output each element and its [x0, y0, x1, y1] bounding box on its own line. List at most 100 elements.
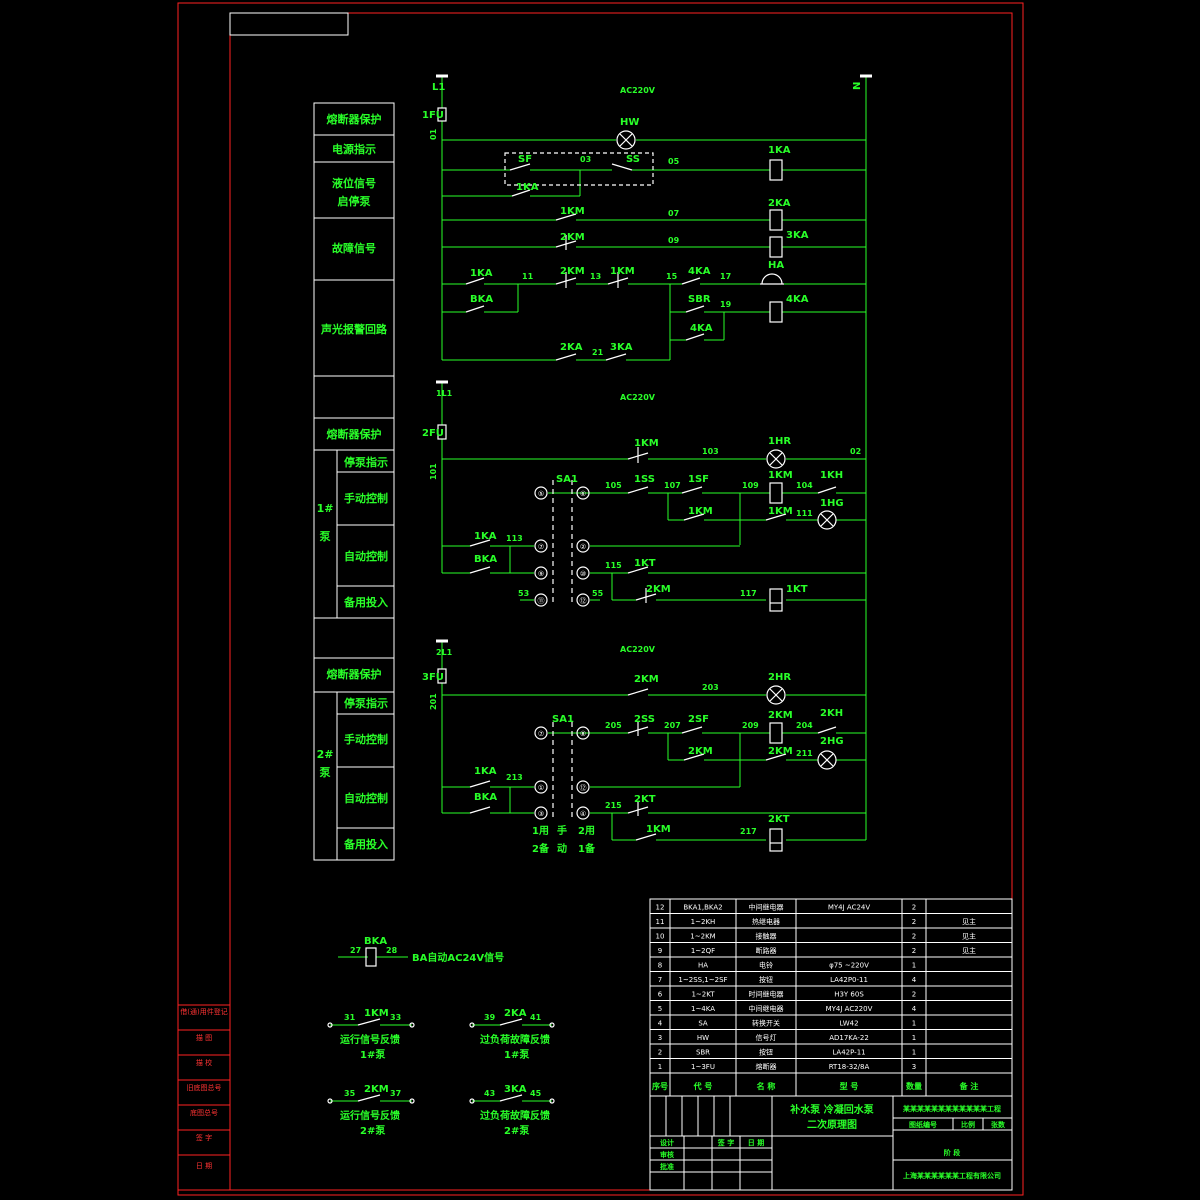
label-2SS: 2SS — [634, 714, 655, 725]
label-19: 19 — [720, 300, 732, 309]
side-fuse2: 熔断器保护 — [327, 427, 382, 441]
label-217: 217 — [740, 827, 757, 836]
bom-cell-model: MY4J AC24V — [828, 904, 871, 912]
label-p2-1KA: 1KA — [474, 766, 497, 777]
label-1KM-alarm: 1KM — [610, 266, 635, 277]
label-105: 105 — [605, 481, 622, 490]
title-design: 设计 — [660, 1138, 674, 1147]
aux-37: 37 — [390, 1089, 401, 1098]
label-SBR: SBR — [688, 294, 711, 305]
label-1KA-contact: 1KA — [516, 182, 539, 193]
strip-f: 签 字 — [196, 1133, 212, 1142]
label-2backup: 2备 — [532, 842, 550, 855]
label-1KT-coil: 1KT — [786, 584, 808, 595]
bom-cell-code: SA — [698, 1020, 708, 1028]
bom-cell-qty: 2 — [912, 918, 916, 926]
terminal-7: ⑦ — [538, 543, 544, 551]
bom-cell-qty: 1 — [912, 962, 916, 970]
label-213: 213 — [506, 773, 523, 782]
aux-2KA: 2KA — [504, 1008, 527, 1019]
label-104: 104 — [796, 481, 813, 490]
label-2KT: 2KT — [634, 794, 656, 805]
label-p1-1KA: 1KA — [474, 531, 497, 542]
bom-cell-code: 1~2KH — [691, 918, 716, 926]
aux-ov2b: 2#泵 — [504, 1125, 530, 1137]
aux-41: 41 — [530, 1013, 542, 1022]
aux-27: 27 — [350, 946, 361, 955]
bom-cell-note: 见主 — [962, 932, 976, 941]
bom-cell-no: 2 — [658, 1049, 662, 1057]
label-ac220-3: AC220V — [620, 645, 656, 654]
label-3KA-coil: 3KA — [786, 230, 809, 241]
label-N: N — [852, 82, 863, 90]
aux-1KM: 1KM — [364, 1008, 389, 1019]
label-p1-2KM: 2KM — [646, 584, 671, 595]
bom-header-qty: 数量 — [906, 1081, 922, 1091]
label-1FU: 1FU — [422, 110, 444, 121]
terminal-p2-1: ① — [538, 784, 544, 792]
aux-ov2: 过负荷故障反馈 — [480, 1109, 550, 1122]
label-01: 01 — [429, 128, 438, 140]
aux-28: 28 — [386, 946, 398, 955]
label-2L1: 2L1 — [436, 648, 453, 657]
title-company: 上海某某某某某某工程有限公司 — [903, 1171, 1001, 1180]
bom-cell-no: 3 — [658, 1034, 662, 1042]
bom-cell-no: 4 — [658, 1020, 663, 1028]
label-2KA-alarm: 2KA — [560, 342, 583, 353]
title-scale: 比例 — [961, 1120, 975, 1129]
label-1KA-alarm: 1KA — [470, 268, 493, 279]
title-date: 日 期 — [748, 1138, 764, 1147]
label-15: 15 — [666, 272, 678, 281]
label-113: 113 — [506, 534, 523, 543]
title-line2: 二次原理图 — [807, 1118, 857, 1131]
label-2KM-alarm: 2KM — [560, 266, 585, 277]
bom-cell-model: LA42P-11 — [832, 1049, 865, 1057]
bom-cell-qty: 2 — [912, 991, 916, 999]
label-p2-2KM: 2KM — [634, 674, 659, 685]
terminal-9: ⑨ — [538, 570, 544, 578]
bom-cell-code: HA — [698, 962, 708, 970]
label-1SF: 1SF — [688, 474, 709, 485]
label-2KH: 2KH — [820, 708, 843, 719]
bom-cell-name: 时间继电器 — [749, 990, 784, 999]
bom-cell-code: SBR — [696, 1049, 710, 1057]
label-2KT-coil: 2KT — [768, 814, 790, 825]
label-1KM-coil: 1KM — [768, 470, 793, 481]
label-55: 55 — [592, 589, 604, 598]
side-pump1b: 泵 — [320, 530, 331, 543]
label-1use: 1用 — [532, 825, 549, 837]
label-1KM-lamp: 1KM — [768, 506, 793, 517]
bom-header-model: 型 号 — [840, 1081, 859, 1091]
label-2SF: 2SF — [688, 714, 709, 725]
bom-cell-no: 6 — [658, 991, 663, 999]
bom-cell-model: RT18-32/8A — [829, 1063, 870, 1071]
bom-cell-code: 1~3FU — [691, 1063, 715, 1071]
label-05: 05 — [668, 157, 680, 166]
terminal-p2-12: ⑫ — [580, 784, 587, 792]
side-fuse1: 熔断器保护 — [327, 112, 382, 126]
terminal-12: ⑫ — [580, 597, 587, 605]
label-205: 205 — [605, 721, 622, 730]
bom-cell-name: 按钮 — [759, 1048, 773, 1057]
aux-2KM: 2KM — [364, 1084, 389, 1095]
bom-cell-qty: 4 — [912, 1005, 917, 1013]
bom-cell-no: 12 — [656, 904, 665, 912]
terminal-6: ⑥ — [580, 490, 586, 498]
bom-cell-name: 信号灯 — [756, 1033, 777, 1042]
label-1SS: 1SS — [634, 474, 655, 485]
label-HW: HW — [620, 117, 639, 128]
title-check: 审核 — [660, 1150, 674, 1159]
title-line1: 补水泵 冷凝回水泵 — [789, 1103, 874, 1116]
terminal-p2-4: ④ — [580, 810, 586, 818]
label-SF: SF — [518, 154, 532, 165]
bom-cell-name: 热继电器 — [752, 917, 780, 926]
title-sheet: 张数 — [991, 1120, 1006, 1129]
bom-cell-qty: 1 — [912, 1020, 916, 1028]
label-1KA-coil: 1KA — [768, 145, 791, 156]
label-101: 101 — [429, 463, 438, 480]
bom-cell-qty: 2 — [912, 933, 916, 941]
strip-a: 借(通)用件登记 — [180, 1007, 227, 1016]
aux-31: 31 — [344, 1013, 356, 1022]
label-1HG: 1HG — [820, 498, 844, 509]
aux-run2: 运行信号反馈 — [340, 1109, 400, 1122]
